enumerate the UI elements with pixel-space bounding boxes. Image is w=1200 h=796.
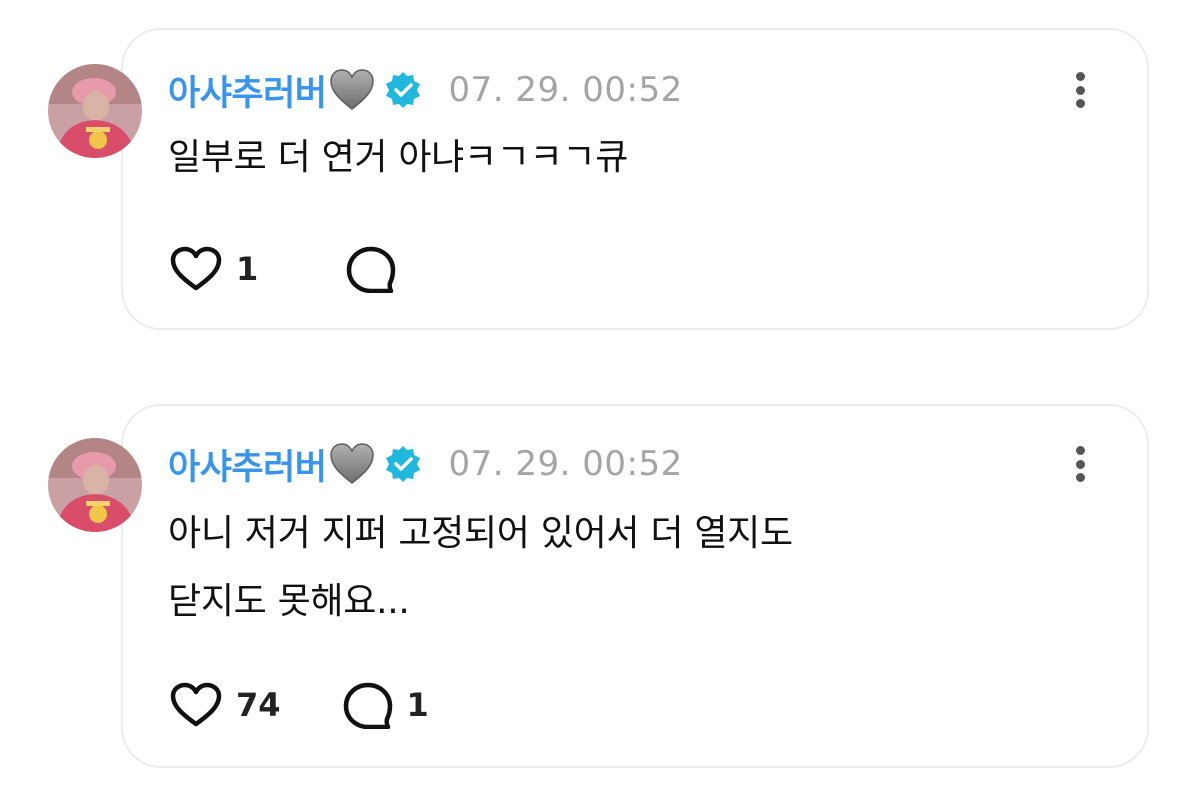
username[interactable]: 아샤추러버 [168,65,327,116]
like-button[interactable]: 1 [170,246,258,292]
reply-button[interactable]: 1 [343,681,429,729]
more-vertical-icon[interactable] [1070,68,1090,112]
post-header: 아샤추러버 07. 29. 00:52 [168,442,683,488]
action-bar: 1 [170,244,410,294]
heart-outline-icon [170,246,222,291]
like-button[interactable]: 74 [170,682,281,728]
timestamp: 07. 29. 00:52 [448,70,683,110]
comment-text-line: 아니 저거 지퍼 고정되어 있어서 더 열지도 [168,513,793,554]
avatar[interactable] [48,438,142,532]
reply-button[interactable] [346,245,410,293]
reply-count: 1 [406,686,429,724]
comment-bubble-icon [343,682,392,729]
comment-text-line: 닫지도 못해요... [168,581,410,622]
avatar[interactable] [48,64,142,158]
comment-text: 아니 저거 지퍼 고정되어 있어서 더 열지도 닫지도 못해요... [168,500,1048,636]
like-count: 1 [236,250,259,288]
post-header: 아샤추러버 07. 29. 00:52 [168,68,683,114]
comment-bubble-icon [347,246,396,293]
comment-text-line: 일부로 더 연거 아냐ㅋㄱㅋㄱ큐 [168,137,629,178]
timestamp: 07. 29. 00:52 [448,444,683,484]
action-bar: 74 1 [170,680,429,730]
grey-heart-icon [329,442,375,486]
verified-badge-icon [383,70,423,110]
more-vertical-icon[interactable] [1070,442,1090,486]
heart-outline-icon [170,682,222,727]
comment-text: 일부로 더 연거 아냐ㅋㄱㅋㄱ큐 [168,124,1048,192]
grey-heart-icon [329,68,375,112]
verified-badge-icon [383,444,423,484]
username[interactable]: 아샤추러버 [168,439,327,490]
like-count: 74 [236,686,281,724]
